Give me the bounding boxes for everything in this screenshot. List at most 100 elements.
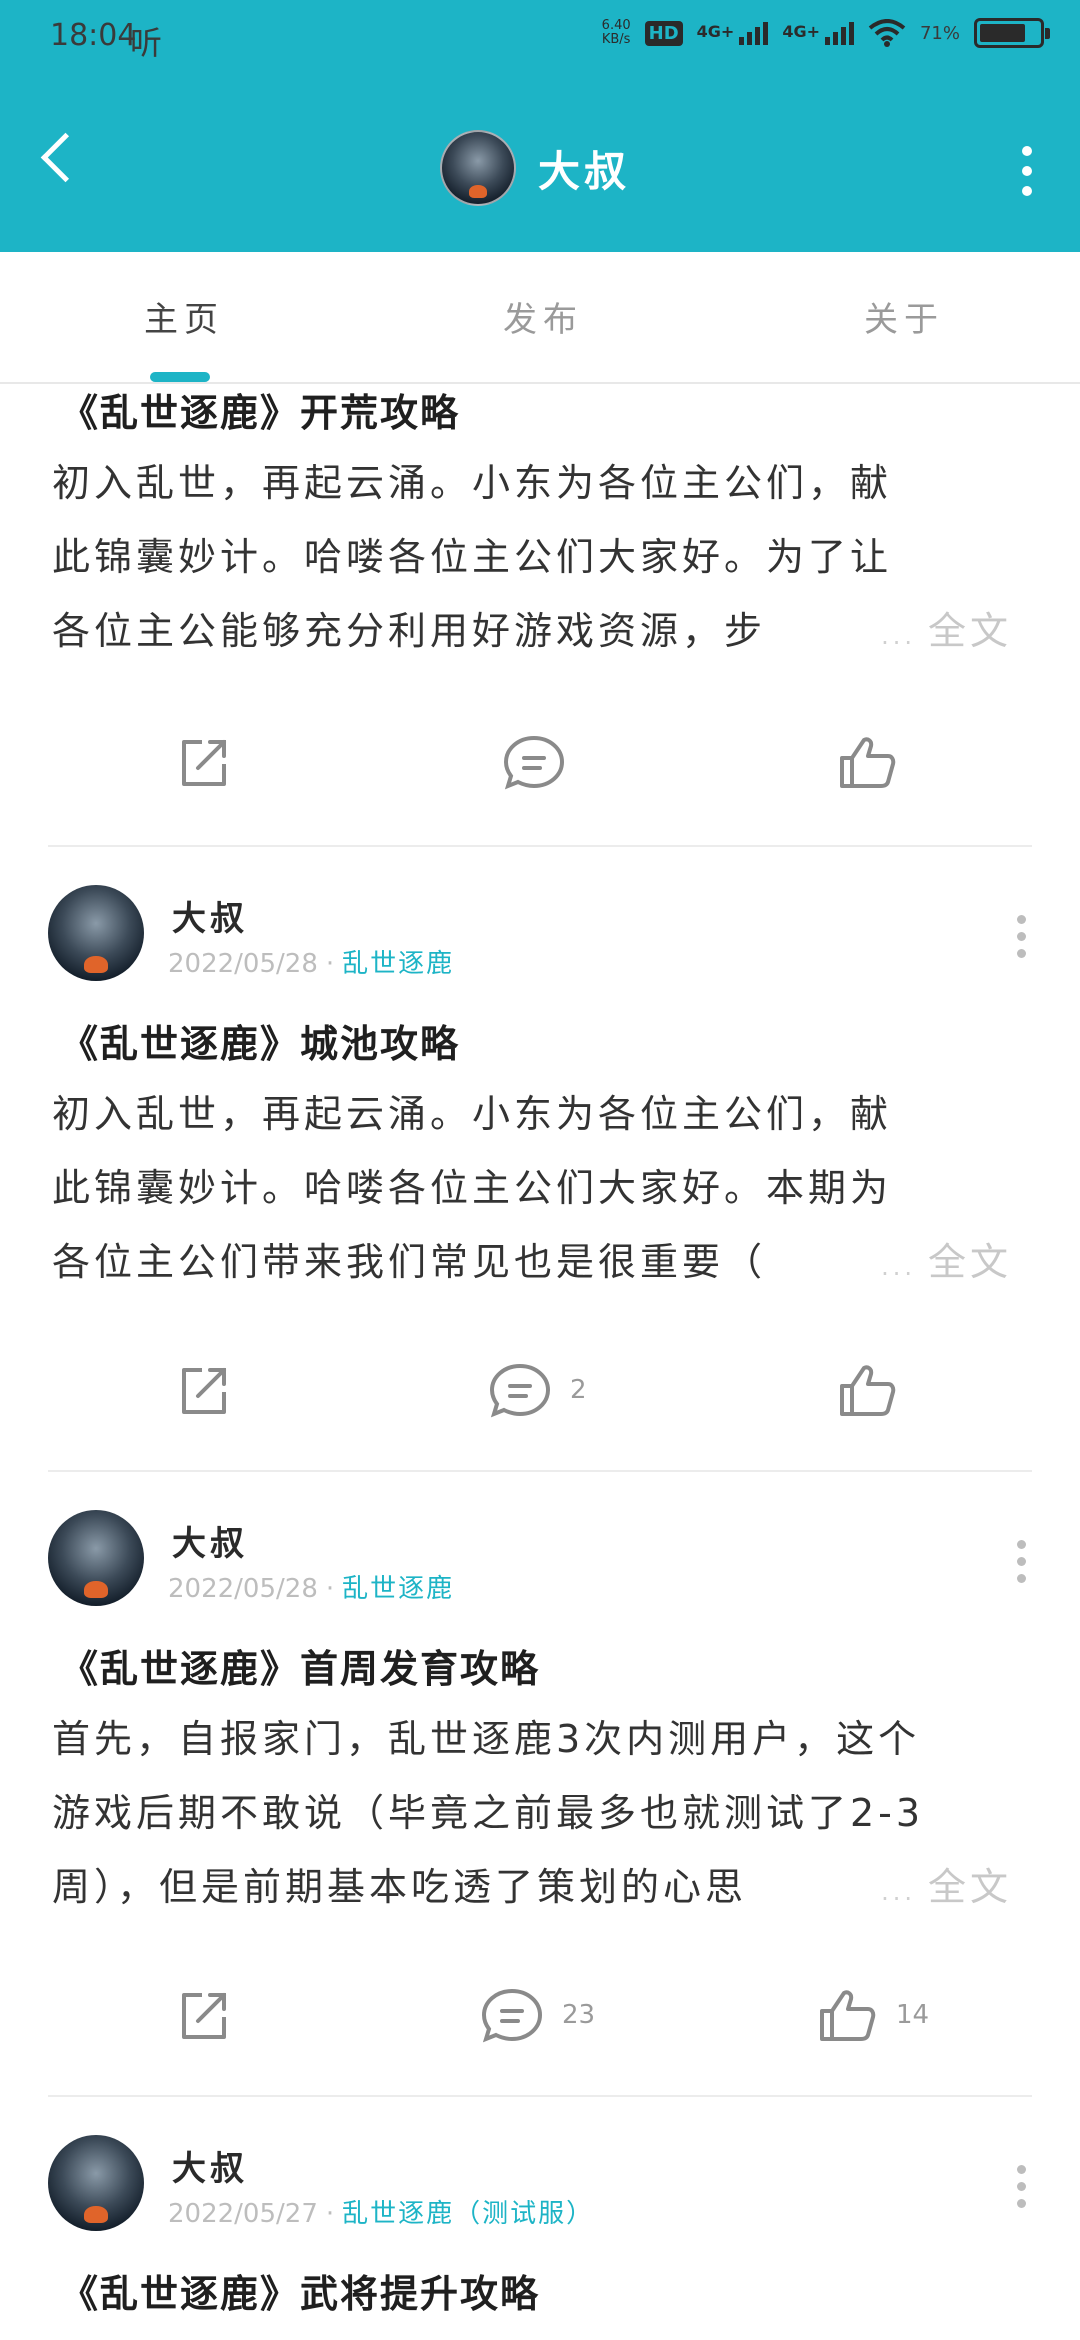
page-title: 大叔 bbox=[538, 146, 631, 196]
share-button[interactable] bbox=[174, 1985, 234, 2045]
status-app-icon: 听 bbox=[130, 24, 163, 62]
post-line: 各位主公能够充分利用好游戏资源，步 bbox=[52, 609, 767, 653]
post-header: 大叔 2022/05/28 · 乱世逐鹿 bbox=[48, 885, 1032, 985]
post-header: 大叔 2022/05/28 · 乱世逐鹿 bbox=[48, 1510, 1032, 1610]
network-type-1: 4G+ bbox=[696, 21, 735, 41]
ellipsis: ... bbox=[881, 1253, 916, 1281]
share-icon bbox=[182, 740, 226, 786]
comment-count: 23 bbox=[562, 2000, 596, 2030]
post-body[interactable]: 初入乱世，再起云涌。小东为各位主公们，献 此锦囊妙计。哈喽各位主公们大家好。为了… bbox=[52, 446, 1012, 668]
post-date: 2022/05/28 bbox=[168, 1574, 318, 1604]
post-category[interactable]: 乱世逐鹿（测试服） bbox=[342, 2199, 594, 2229]
post-line-last: 周），但是前期基本吃透了策划的心思 ... 全文 bbox=[52, 1850, 1012, 1924]
post-actions: 2 bbox=[0, 1360, 1080, 1440]
full-text-link[interactable]: ... 全文 bbox=[871, 1850, 1012, 1924]
post-line: 周），但是前期基本吃透了策划的心思 bbox=[52, 1865, 748, 1909]
post-more-icon[interactable] bbox=[1017, 2165, 1026, 2208]
post-body[interactable]: 首先，自报家门，乱世逐鹿3次内测用户，这个 游戏后期不敢说（毕竟之前最多也就测试… bbox=[52, 1702, 1012, 1924]
divider bbox=[48, 845, 1032, 847]
divider bbox=[48, 1470, 1032, 1472]
post-header: 大叔 2022/05/27 · 乱世逐鹿（测试服） bbox=[48, 2135, 1032, 2235]
post-body[interactable]: 初入乱世，再起云涌。小东为各位主公们，献 此锦囊妙计。哈喽各位主公们大家好。本期… bbox=[52, 1077, 1012, 1299]
post-line: 此锦囊妙计。哈喽各位主公们大家好。为了让 bbox=[52, 535, 893, 579]
comment-button[interactable]: 2 bbox=[488, 1360, 587, 1420]
network-type-2: 4G+ bbox=[782, 21, 820, 41]
like-button[interactable] bbox=[836, 732, 916, 792]
tab-posts[interactable]: 发布 bbox=[503, 292, 583, 341]
full-text-link[interactable]: ... 全文 bbox=[871, 1225, 1012, 1299]
avatar[interactable] bbox=[48, 1510, 144, 1606]
network-speed: 6.40 KB/s bbox=[602, 19, 631, 47]
post-meta: 2022/05/27 · 乱世逐鹿（测试服） bbox=[168, 2199, 595, 2229]
share-button[interactable] bbox=[174, 732, 234, 792]
post-title[interactable]: 《乱世逐鹿》开荒攻略 bbox=[60, 382, 460, 437]
post-more-icon[interactable] bbox=[1017, 1540, 1026, 1583]
avatar[interactable] bbox=[48, 885, 144, 981]
tab-home[interactable]: 主页 bbox=[144, 292, 224, 341]
ellipsis: ... bbox=[881, 622, 916, 650]
battery-percent: 71% bbox=[919, 22, 960, 44]
app-bar: 18:04 听 6.40 KB/s HD 4G+ 4G+ 71% 大叔 bbox=[0, 0, 1080, 252]
back-chevron-left-icon[interactable] bbox=[40, 132, 91, 183]
post-category[interactable]: 乱世逐鹿 bbox=[342, 949, 454, 979]
post-line: 初入乱世，再起云涌。小东为各位主公们，献 bbox=[52, 461, 893, 505]
comment-icon bbox=[481, 1988, 543, 2043]
post-actions: 23 14 bbox=[0, 1985, 1080, 2065]
post-card[interactable]: 大叔 2022/05/28 · 乱世逐鹿 《乱世逐鹿》城池攻略 初入乱世，再起云涌。… bbox=[0, 885, 1080, 1465]
post-title[interactable]: 《乱世逐鹿》首周发育攻略 bbox=[60, 1638, 540, 1693]
full-text-label: 全文 bbox=[927, 609, 1012, 653]
thumbs-up-icon bbox=[840, 737, 896, 788]
network-speed-value: 6.40 bbox=[601, 18, 631, 33]
tab-about[interactable]: 关于 bbox=[864, 292, 944, 341]
post-line: 初入乱世，再起云涌。小东为各位主公们，献 bbox=[52, 1092, 893, 1136]
status-right: 6.40 KB/s HD 4G+ 4G+ 71% bbox=[602, 18, 1050, 48]
post-author[interactable]: 大叔 bbox=[172, 1516, 248, 1565]
comment-count: 2 bbox=[570, 1375, 587, 1405]
post-line-last: 各位主公能够充分利用好游戏资源，步 ... 全文 bbox=[52, 594, 1012, 668]
comment-button[interactable]: 23 bbox=[480, 1985, 595, 2045]
signal-icon: 4G+ bbox=[696, 21, 769, 45]
post-card[interactable]: 大叔 2022/05/27 · 乱世逐鹿（测试服） 《乱世逐鹿》武将提升攻略 bbox=[0, 2135, 1080, 2340]
status-bar: 18:04 听 6.40 KB/s HD 4G+ 4G+ 71% bbox=[0, 0, 1080, 80]
battery-icon bbox=[974, 18, 1050, 48]
tab-bar: 主页 发布 关于 bbox=[0, 252, 1080, 384]
like-button[interactable]: 14 bbox=[816, 1985, 929, 2045]
comment-icon bbox=[503, 735, 565, 790]
post-card[interactable]: 《乱世逐鹿》开荒攻略 初入乱世，再起云涌。小东为各位主公们，献 此锦囊妙计。哈喽… bbox=[0, 382, 1080, 848]
post-title[interactable]: 《乱世逐鹿》武将提升攻略 bbox=[60, 2263, 540, 2318]
tab-indicator bbox=[150, 372, 210, 382]
post-author[interactable]: 大叔 bbox=[172, 891, 248, 940]
more-vertical-icon[interactable] bbox=[1022, 146, 1032, 196]
share-icon bbox=[182, 1368, 226, 1414]
comment-button[interactable] bbox=[502, 732, 584, 792]
post-author[interactable]: 大叔 bbox=[172, 2141, 248, 2190]
hd-icon: HD bbox=[644, 20, 683, 46]
post-date: 2022/05/28 bbox=[168, 949, 318, 979]
post-date: 2022/05/27 bbox=[168, 2199, 318, 2229]
post-card[interactable]: 大叔 2022/05/28 · 乱世逐鹿 《乱世逐鹿》首周发育攻略 首先，自报家门，… bbox=[0, 1510, 1080, 2090]
comment-icon bbox=[489, 1363, 551, 1418]
post-category[interactable]: 乱世逐鹿 bbox=[342, 1574, 454, 1604]
thumbs-up-icon bbox=[840, 1365, 896, 1416]
post-line: 各位主公们带来我们常见也是很重要（ bbox=[52, 1240, 767, 1284]
post-more-icon[interactable] bbox=[1017, 915, 1026, 958]
full-text-label: 全文 bbox=[927, 1240, 1012, 1284]
status-time: 18:04 bbox=[50, 18, 137, 53]
post-line: 首先，自报家门，乱世逐鹿3次内测用户，这个 bbox=[52, 1717, 921, 1761]
post-line-last: 各位主公们带来我们常见也是很重要（ ... 全文 bbox=[52, 1225, 1012, 1299]
post-actions bbox=[0, 732, 1080, 812]
like-count: 14 bbox=[896, 2000, 930, 2030]
post-title[interactable]: 《乱世逐鹿》城池攻略 bbox=[60, 1013, 460, 1068]
post-meta: 2022/05/28 · 乱世逐鹿 bbox=[168, 949, 455, 979]
network-speed-unit: KB/s bbox=[601, 32, 631, 47]
post-meta: 2022/05/28 · 乱世逐鹿 bbox=[168, 1574, 455, 1604]
ellipsis: ... bbox=[881, 1878, 916, 1906]
like-button[interactable] bbox=[836, 1360, 916, 1420]
full-text-label: 全文 bbox=[927, 1865, 1012, 1909]
full-text-link[interactable]: ... 全文 bbox=[871, 594, 1012, 668]
wifi-icon bbox=[868, 19, 906, 47]
avatar[interactable] bbox=[48, 2135, 144, 2231]
share-icon bbox=[182, 1993, 226, 2039]
thumbs-up-icon bbox=[820, 1990, 876, 2041]
share-button[interactable] bbox=[174, 1360, 234, 1420]
